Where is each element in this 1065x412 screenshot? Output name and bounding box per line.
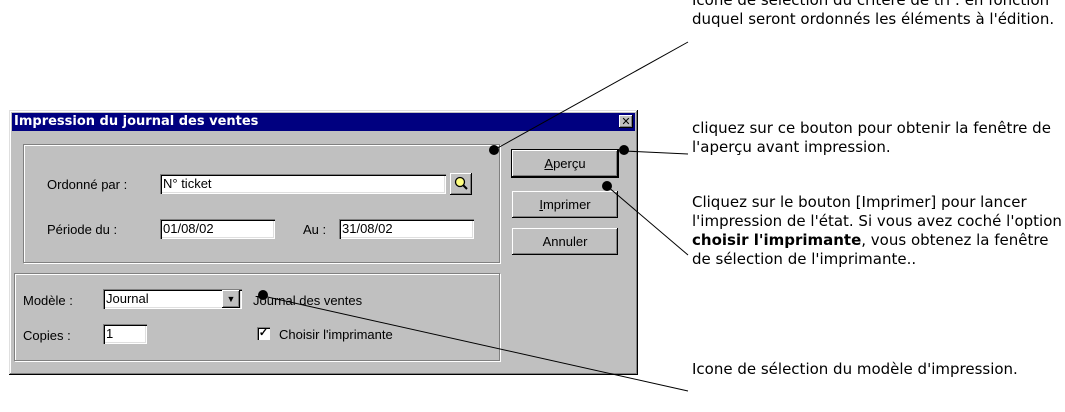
callout-dot-sort	[489, 145, 499, 155]
callout-line-preview	[623, 150, 689, 155]
callout-dot-model	[258, 290, 268, 300]
callout-line-sort	[493, 41, 689, 151]
callout-dot-preview	[619, 145, 629, 155]
callout-line-print	[606, 185, 689, 256]
callout-line-model	[262, 295, 689, 392]
callout-dot-print	[602, 181, 612, 191]
callout-overlay	[258, 41, 689, 392]
